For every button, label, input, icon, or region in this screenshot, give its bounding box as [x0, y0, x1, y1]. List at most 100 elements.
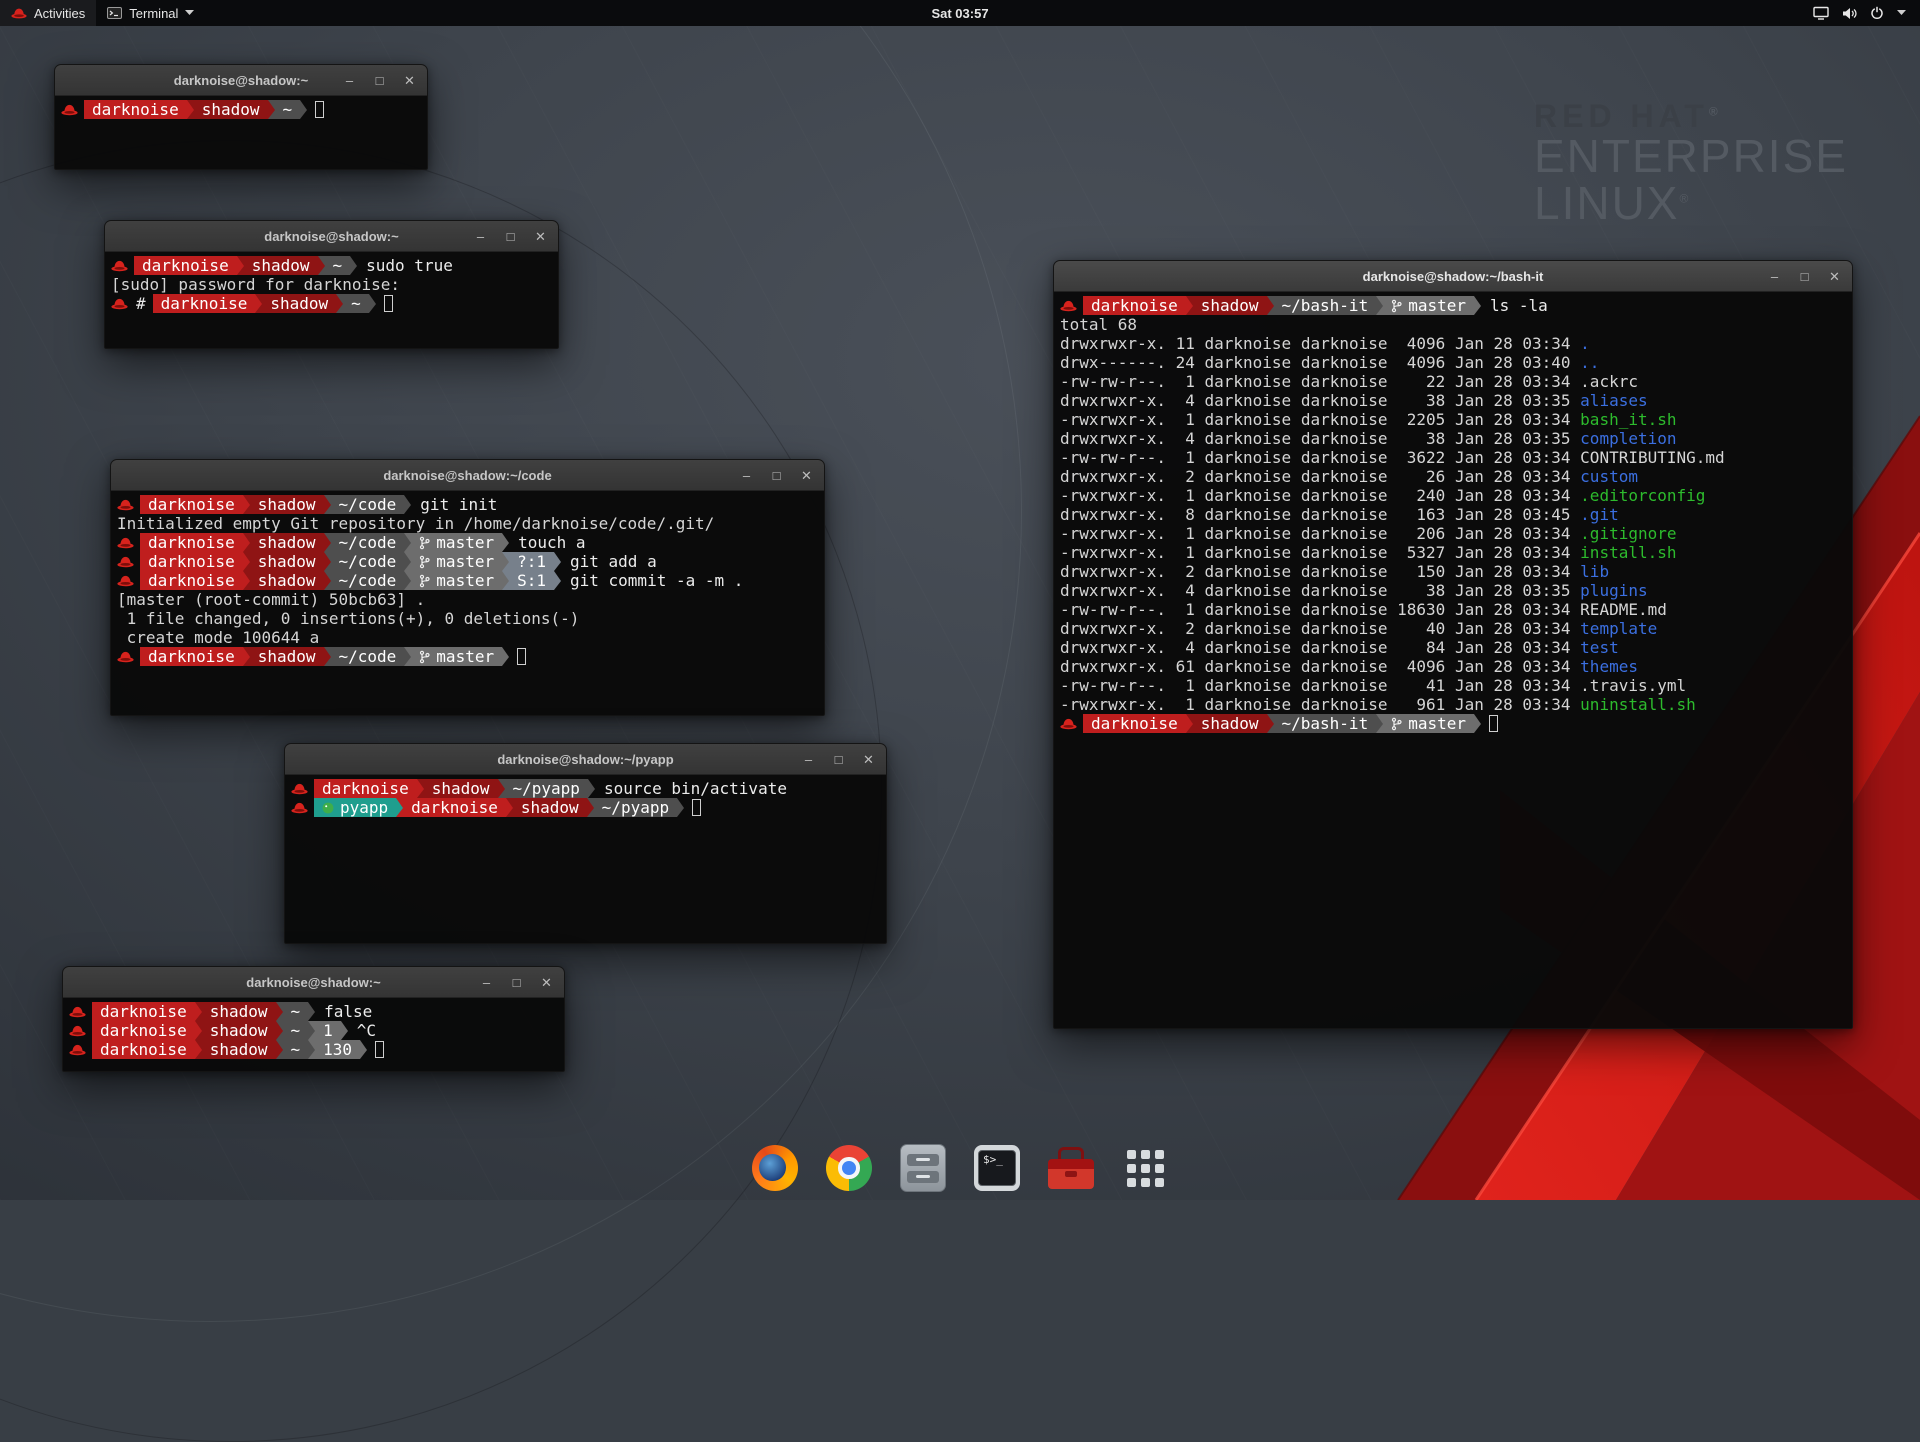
dock-item-files[interactable] — [897, 1142, 949, 1194]
file-name: lib — [1580, 562, 1609, 581]
output-line: drwxrwxr-x. 2 darknoise darknoise 150 Ja… — [1060, 562, 1846, 581]
prompt-segment-user: darknoise — [140, 552, 243, 571]
powerline-separator-icon — [308, 1021, 315, 1040]
text-cursor — [517, 648, 526, 665]
window-titlebar[interactable]: darknoise@shadow:~/bash-it – □ ✕ — [1054, 261, 1852, 292]
window-titlebar[interactable]: darknoise@shadow:~ – □ ✕ — [63, 967, 564, 998]
output-line: drwxrwxr-x. 2 darknoise darknoise 26 Jan… — [1060, 467, 1846, 486]
dock-item-toolbox[interactable] — [1045, 1142, 1097, 1194]
minimize-button[interactable]: – — [740, 469, 753, 482]
prompt-line: darknoiseshadow~1^C — [69, 1021, 558, 1040]
maximize-button[interactable]: □ — [832, 753, 845, 766]
prompt-segment-path: ~/pyapp — [594, 798, 677, 817]
rhel-logo-enterprise: ENTERPRISE — [1534, 133, 1848, 180]
minimize-button[interactable]: – — [802, 753, 815, 766]
branch-icon — [1391, 717, 1402, 731]
powerline-separator-icon — [318, 256, 325, 275]
prompt-line: darknoiseshadow~false — [69, 1002, 558, 1021]
maximize-button[interactable]: □ — [373, 74, 386, 87]
output-text: Initialized empty Git repository in /hom… — [117, 514, 714, 533]
close-button[interactable]: ✕ — [800, 469, 813, 482]
powerline-separator-icon — [498, 779, 505, 798]
prompt-line: darknoiseshadow~/codegit init — [117, 495, 818, 514]
prompt-line: darknoiseshadow~/codemaster — [117, 647, 818, 666]
minimize-button[interactable]: – — [1768, 270, 1781, 283]
file-name: .gitignore — [1580, 524, 1676, 543]
terminal-window-pyapp: darknoise@shadow:~/pyapp – □ ✕ darknoise… — [284, 743, 887, 944]
output-line: -rw-rw-r--. 1 darknoise darknoise 22 Jan… — [1060, 372, 1846, 391]
redhat-icon — [69, 1024, 86, 1037]
maximize-button[interactable]: □ — [504, 230, 517, 243]
prompt-segment-host: shadow — [250, 552, 324, 571]
powerline-separator-icon — [1474, 296, 1481, 315]
terminal-content[interactable]: darknoiseshadow~ — [55, 96, 427, 169]
maximize-button[interactable]: □ — [1798, 270, 1811, 283]
maximize-button[interactable]: □ — [770, 469, 783, 482]
terminal-window-home-1: darknoise@shadow:~ – □ ✕ darknoiseshadow… — [54, 64, 428, 170]
powerline-separator-icon — [243, 647, 250, 666]
minimize-button[interactable]: – — [474, 230, 487, 243]
file-attributes: drwxrwxr-x. 4 darknoise darknoise 38 Jan… — [1060, 391, 1580, 410]
powerline-separator-icon — [237, 256, 244, 275]
close-button[interactable]: ✕ — [540, 976, 553, 989]
prompt-segment-path: ~/code — [331, 533, 405, 552]
powerline-separator-icon — [404, 552, 411, 571]
close-button[interactable]: ✕ — [403, 74, 416, 87]
maximize-button[interactable]: □ — [510, 976, 523, 989]
terminal-content[interactable]: darknoiseshadow~/codegit initInitialized… — [111, 491, 824, 715]
dock-item-app-grid[interactable] — [1119, 1142, 1171, 1194]
output-line: -rw-rw-r--. 1 darknoise darknoise 18630 … — [1060, 600, 1846, 619]
output-text: [sudo] password for darknoise: — [111, 275, 400, 294]
powerline-separator-icon — [417, 779, 424, 798]
clock[interactable]: Sat 03:57 — [931, 6, 988, 21]
prompt-segment-user: darknoise — [92, 1021, 195, 1040]
prompt-segment-git: master — [411, 533, 502, 552]
close-button[interactable]: ✕ — [862, 753, 875, 766]
dock-item-terminal[interactable]: $>_ — [971, 1142, 1023, 1194]
terminal-icon — [107, 7, 122, 19]
file-name: .ackrc — [1580, 372, 1638, 391]
redhat-icon — [11, 7, 27, 19]
activities-button[interactable]: Activities — [0, 0, 96, 26]
powerline-separator-icon — [502, 571, 509, 590]
window-titlebar[interactable]: darknoise@shadow:~/pyapp – □ ✕ — [285, 744, 886, 775]
prompt-segment-host: shadow — [202, 1040, 276, 1059]
powerline-separator-icon — [554, 552, 561, 571]
system-status-area[interactable] — [1799, 0, 1920, 26]
dock-item-firefox[interactable] — [749, 1142, 801, 1194]
dock: $>_ — [749, 1142, 1171, 1194]
prompt-segment-host: shadow — [1193, 296, 1267, 315]
file-attributes: -rw-rw-r--. 1 darknoise darknoise 3622 J… — [1060, 448, 1580, 467]
command-text: git add a — [570, 552, 657, 571]
close-button[interactable]: ✕ — [1828, 270, 1841, 283]
file-attributes: drwxrwxr-x. 2 darknoise darknoise 26 Jan… — [1060, 467, 1580, 486]
prompt-segment-user: darknoise — [314, 779, 417, 798]
redhat-icon — [291, 782, 308, 795]
window-titlebar[interactable]: darknoise@shadow:~ – □ ✕ — [105, 221, 558, 252]
terminal-content[interactable]: darknoiseshadow~/pyappsource bin/activat… — [285, 775, 886, 943]
window-titlebar[interactable]: darknoise@shadow:~/code – □ ✕ — [111, 460, 824, 491]
display-icon — [1813, 6, 1829, 20]
prompt-segment-exit: 130 — [315, 1040, 360, 1059]
output-line: [sudo] password for darknoise: — [111, 275, 552, 294]
powerline-separator-icon — [369, 294, 376, 313]
file-name: aliases — [1580, 391, 1647, 410]
powerline-separator-icon — [502, 647, 509, 666]
minimize-button[interactable]: – — [343, 74, 356, 87]
terminal-content[interactable]: darknoiseshadow~/bash-itmasterls -latota… — [1054, 292, 1852, 1028]
dock-item-chrome[interactable] — [823, 1142, 875, 1194]
text-cursor — [692, 799, 701, 816]
python-icon — [322, 802, 334, 814]
output-line: drwxrwxr-x. 61 darknoise darknoise 4096 … — [1060, 657, 1846, 676]
terminal-content[interactable]: darknoiseshadow~sudo true[sudo] password… — [105, 252, 558, 348]
terminal-window-bash-it: darknoise@shadow:~/bash-it – □ ✕ darknoi… — [1053, 260, 1853, 1029]
file-attributes: -rw-rw-r--. 1 darknoise darknoise 18630 … — [1060, 600, 1580, 619]
prompt-segment-host: shadow — [194, 100, 268, 119]
minimize-button[interactable]: – — [480, 976, 493, 989]
window-title: darknoise@shadow:~/code — [383, 468, 551, 483]
powerline-separator-icon — [243, 552, 250, 571]
app-menu-terminal[interactable]: Terminal — [96, 0, 205, 26]
window-titlebar[interactable]: darknoise@shadow:~ – □ ✕ — [55, 65, 427, 96]
close-button[interactable]: ✕ — [534, 230, 547, 243]
terminal-content[interactable]: darknoiseshadow~falsedarknoiseshadow~1^C… — [63, 998, 564, 1071]
